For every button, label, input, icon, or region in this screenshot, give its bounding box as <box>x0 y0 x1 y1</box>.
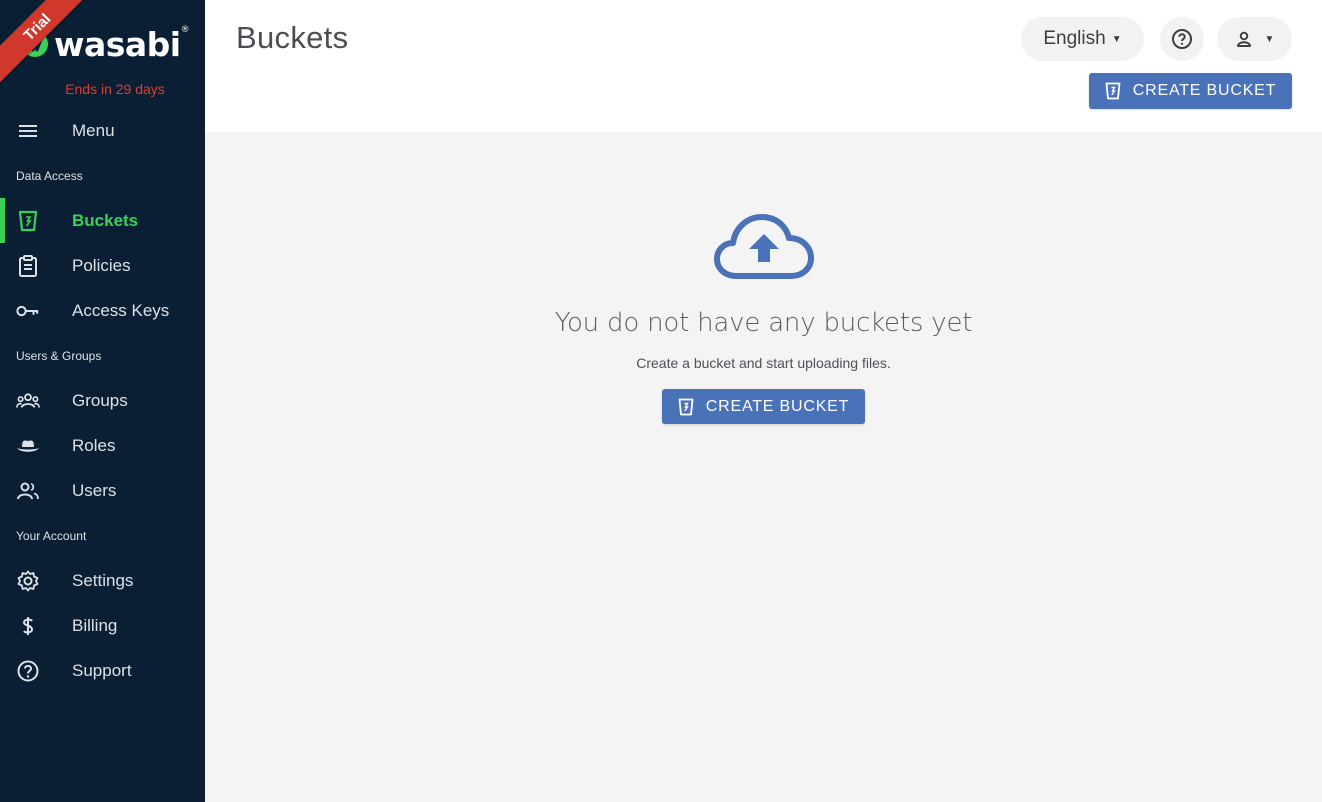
section-data-access: Data Access <box>16 168 83 183</box>
sidebar-item-groups[interactable]: Groups <box>0 378 205 423</box>
caret-down-icon: ▼ <box>1264 33 1275 45</box>
empty-state: You do not have any buckets yet Create a… <box>205 132 1322 802</box>
create-bucket-label: CREATE BUCKET <box>705 397 850 415</box>
sidebar-item-label: Billing <box>72 615 118 635</box>
hamburger-icon <box>16 119 40 143</box>
sidebar-item-support[interactable]: Support <box>0 648 205 693</box>
sidebar-item-label: Settings <box>72 570 134 590</box>
help-icon <box>1172 29 1192 49</box>
cloud-upload-icon <box>714 214 814 279</box>
sidebar-item-menu[interactable]: Menu <box>0 108 205 153</box>
sidebar-item-label: Access Keys <box>72 300 170 320</box>
sidebar-item-settings[interactable]: Settings <box>0 558 205 603</box>
key-icon <box>16 299 40 323</box>
users-icon <box>16 479 40 503</box>
sidebar-item-label: Users <box>72 480 117 500</box>
sidebar-item-label: Policies <box>72 255 131 275</box>
logo-text: wasabi® <box>54 24 190 64</box>
empty-state-title: You do not have any buckets yet <box>554 308 973 338</box>
section-users-groups: Users & Groups <box>16 348 102 363</box>
gear-icon <box>16 569 40 593</box>
sidebar-item-label: Support <box>72 660 132 680</box>
sidebar-item-billing[interactable]: Billing <box>0 603 205 648</box>
sidebar-item-label: Groups <box>72 390 128 410</box>
user-menu-button[interactable]: ▼ <box>1217 17 1292 61</box>
sidebar-item-label: Roles <box>72 435 116 455</box>
dollar-icon <box>16 614 40 638</box>
sidebar-item-label: Menu <box>72 120 115 140</box>
sidebar-item-policies[interactable]: Policies <box>0 243 205 288</box>
bucket-icon <box>1105 82 1121 100</box>
language-select[interactable]: English ▼ <box>1021 17 1144 61</box>
sidebar-item-access-keys[interactable]: Access Keys <box>0 288 205 333</box>
question-circle-icon <box>16 659 40 683</box>
help-button[interactable] <box>1160 17 1204 61</box>
sidebar-item-buckets[interactable]: Buckets <box>0 198 205 243</box>
groups-icon <box>16 389 40 413</box>
caret-down-icon: ▼ <box>1111 33 1122 45</box>
sidebar-item-label: Buckets <box>72 210 139 230</box>
page-title: Buckets <box>236 20 349 55</box>
sidebar-item-users[interactable]: Users <box>0 468 205 513</box>
create-bucket-button[interactable]: CREATE BUCKET <box>662 389 865 424</box>
bucket-icon <box>16 209 40 233</box>
sidebar: wasabi® Trial Ends in 29 days Menu Data … <box>0 0 205 802</box>
app: wasabi® Trial Ends in 29 days Menu Data … <box>0 0 1322 802</box>
clipboard-icon <box>16 254 40 278</box>
page-header: Buckets English ▼ ▼ CREATE BUCKET <box>205 0 1322 132</box>
sidebar-item-roles[interactable]: Roles <box>0 423 205 468</box>
hat-icon <box>16 434 40 458</box>
sidebar-nav: Menu Data Access Buckets Policies Access… <box>0 108 205 693</box>
section-your-account: Your Account <box>16 528 87 543</box>
create-bucket-button-header[interactable]: CREATE BUCKET <box>1089 73 1292 109</box>
user-icon <box>1236 31 1251 47</box>
bucket-icon <box>678 398 694 416</box>
create-bucket-label: CREATE BUCKET <box>1132 82 1277 99</box>
trial-ends-text: Ends in 29 days <box>65 81 165 97</box>
language-label: English <box>1043 28 1106 49</box>
empty-state-subtitle: Create a bucket and start uploading file… <box>636 355 891 371</box>
